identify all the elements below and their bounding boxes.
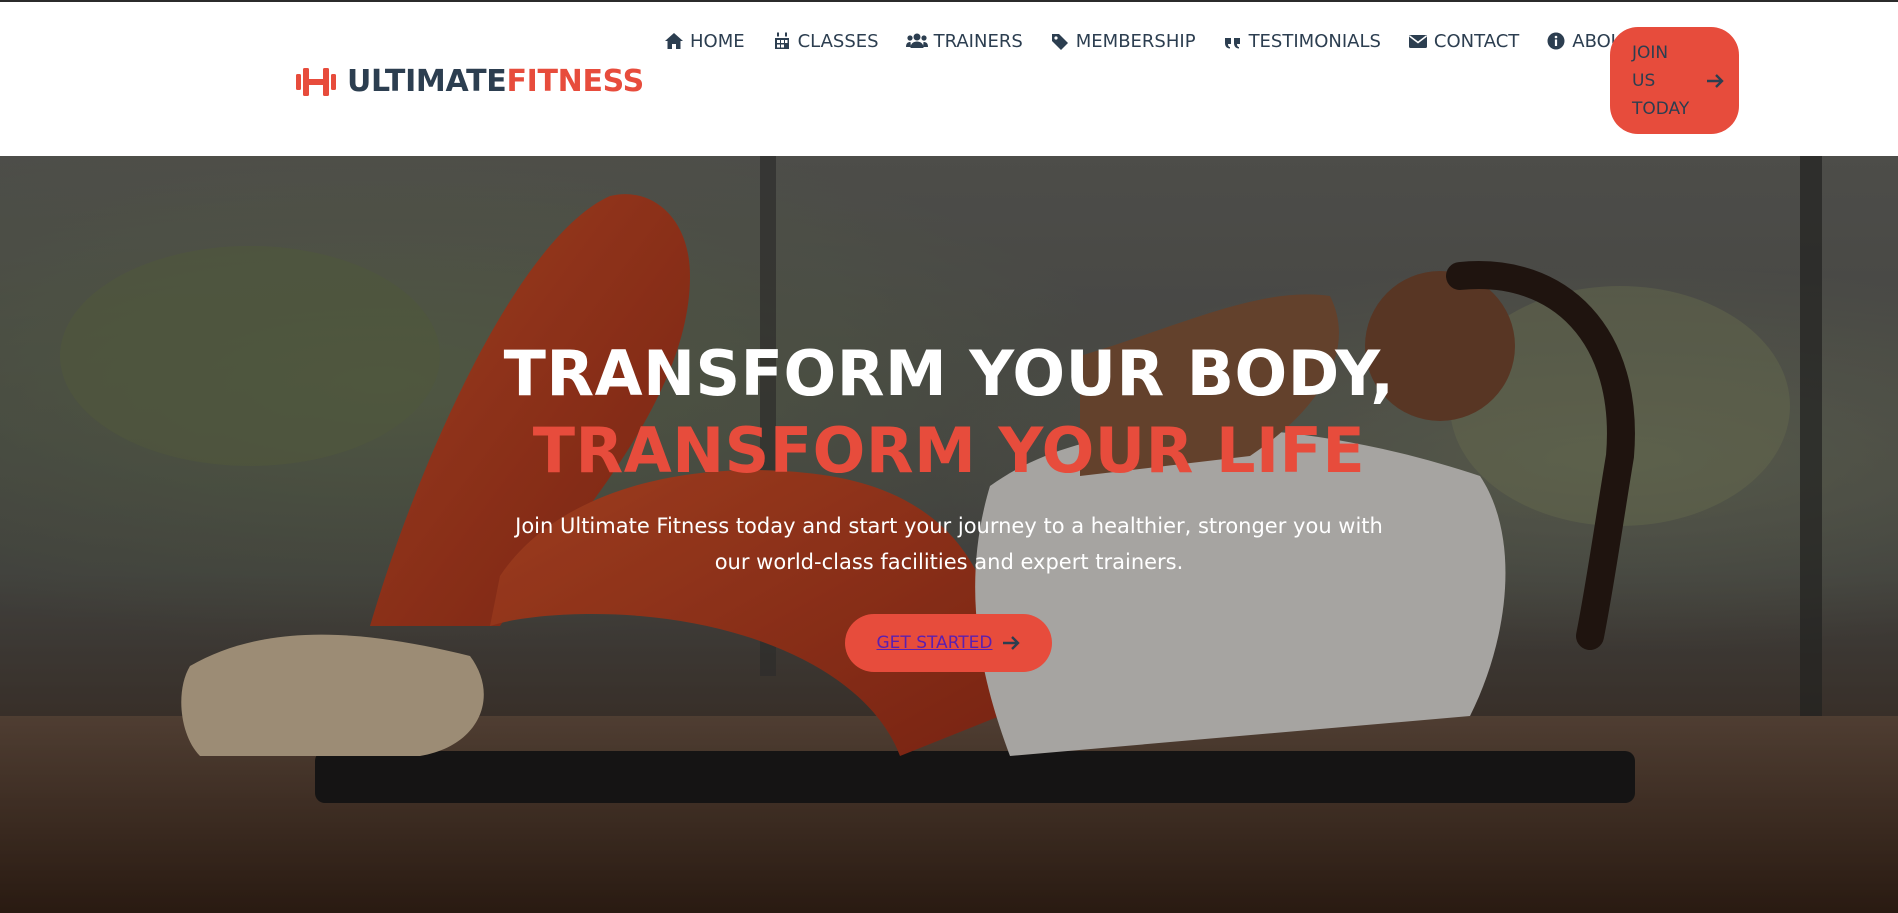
home-icon: [665, 33, 683, 49]
hero-headline-line1: TRANSFORM YOUR BODY,: [503, 337, 1395, 410]
hero-subtext: Join Ultimate Fitness today and start yo…: [515, 514, 1383, 574]
brand-name-part1: ULTIMATE: [347, 64, 507, 99]
join-us-label: JOIN US TODAY: [1632, 42, 1690, 119]
users-icon: [905, 33, 928, 48]
join-us-button[interactable]: JOIN US TODAY: [1610, 27, 1739, 134]
hero-content: TRANSFORM YOUR BODY, TRANSFORM YOUR LIFE…: [0, 156, 1898, 913]
nav-item-label: CLASSES: [797, 30, 879, 52]
nav-item-trainers[interactable]: TRAINERS: [905, 30, 1023, 52]
info-circle-icon: [1547, 32, 1565, 50]
nav-item-label: CONTACT: [1433, 30, 1520, 52]
nav-item-testimonials[interactable]: TESTIMONIALS: [1223, 31, 1381, 52]
dumbbell-icon: [296, 68, 336, 96]
nav-item-classes[interactable]: CLASSES: [772, 31, 879, 52]
nav-item-label: TESTIMONIALS: [1248, 30, 1381, 52]
get-started-label: GET STARTED: [876, 633, 993, 653]
hero-headline-line2: TRANSFORM YOUR LIFE: [532, 414, 1366, 487]
nav-item-contact[interactable]: CONTACT: [1408, 31, 1519, 52]
site-header: ULTIMATEFITNESS HOME CLASSES TRAINERS ME…: [0, 0, 1898, 156]
nav-item-membership[interactable]: MEMBERSHIP: [1050, 31, 1196, 52]
site-logo[interactable]: ULTIMATEFITNESS: [295, 62, 644, 102]
get-started-button[interactable]: GET STARTED: [845, 614, 1052, 672]
nav-item-label: TRAINERS: [933, 30, 1023, 52]
quote-icon: [1224, 38, 1240, 49]
hero-section: TRANSFORM YOUR BODY, TRANSFORM YOUR LIFE…: [0, 156, 1898, 913]
nav-item-label: MEMBERSHIP: [1075, 30, 1196, 52]
nav-item-home[interactable]: HOME: [664, 31, 745, 52]
nav-item-label: HOME: [690, 30, 745, 52]
arrow-right-icon: [1707, 73, 1724, 88]
tag-icon: [1051, 34, 1068, 50]
brand-name: ULTIMATEFITNESS: [347, 62, 644, 102]
envelope-icon: [1408, 35, 1427, 48]
arrow-right-icon: [1003, 636, 1021, 650]
brand-name-part2: FITNESS: [506, 64, 644, 99]
calendar-icon: [774, 32, 789, 49]
main-nav: HOME CLASSES TRAINERS MEMBERSHIP TESTIMO…: [664, 26, 1635, 56]
